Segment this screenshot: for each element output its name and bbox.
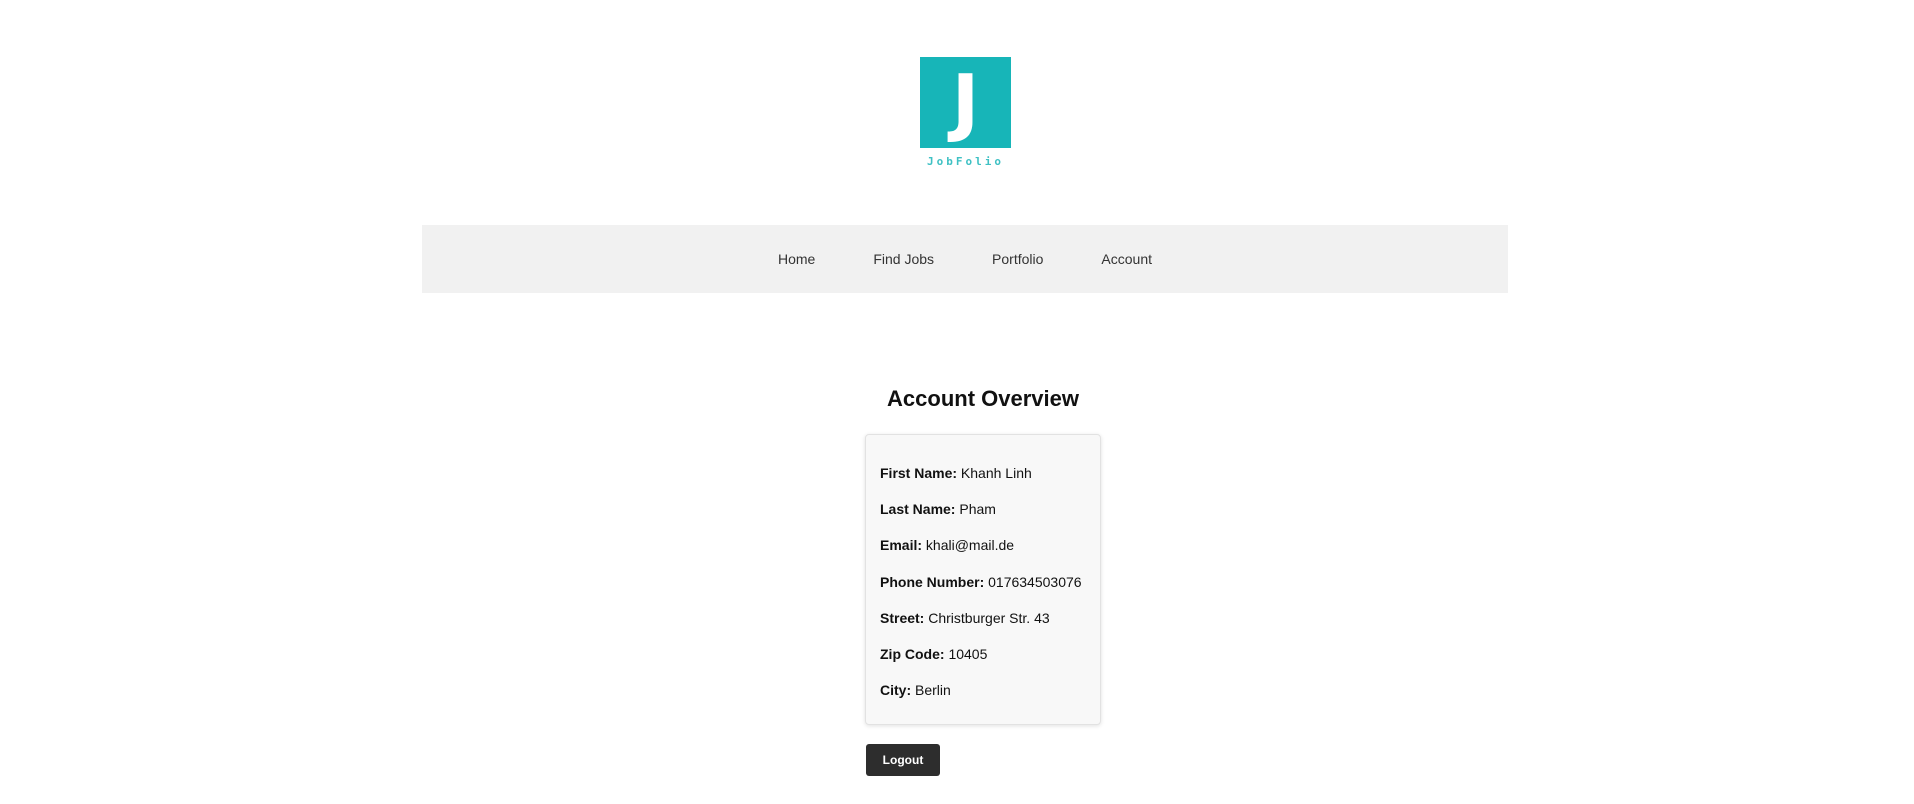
page-title: Account Overview xyxy=(887,386,1079,411)
logo-icon: J xyxy=(920,57,1011,148)
field-label: Last Name: xyxy=(880,501,956,518)
nav-item-find-jobs[interactable]: Find Jobs xyxy=(844,251,963,267)
field-value: khali@mail.de xyxy=(925,537,1015,554)
field-value: Christburger Str. 43 xyxy=(928,609,1050,626)
account-details-card: First Name: Khanh Linh Last Name: Pham E… xyxy=(865,434,1101,725)
nav-item-portfolio[interactable]: Portfolio xyxy=(963,251,1072,267)
field-first-name: First Name: Khanh Linh xyxy=(880,465,1100,501)
field-value: Khanh Linh xyxy=(960,465,1032,481)
field-last-name: Last Name: Pham xyxy=(880,501,1100,537)
field-zip-code: Zip Code: 10405 xyxy=(880,646,1100,682)
page: J JobFolio Home Find Jobs Portfolio Acco… xyxy=(0,0,1914,804)
field-label: Street: xyxy=(880,609,925,626)
field-label: City: xyxy=(880,682,912,699)
field-label: Zip Code: xyxy=(880,645,945,662)
logo-letter: J xyxy=(951,59,980,145)
field-city: City: Berlin xyxy=(880,682,1100,718)
logo[interactable]: J JobFolio xyxy=(920,57,1011,168)
field-value: Pham xyxy=(959,501,996,518)
field-email: Email: khali@mail.de xyxy=(880,537,1100,573)
field-value: 10405 xyxy=(948,645,988,662)
field-street: Street: Christburger Str. 43 xyxy=(880,610,1100,646)
logo-text: JobFolio xyxy=(927,155,1004,168)
main-nav: Home Find Jobs Portfolio Account xyxy=(422,225,1508,293)
field-label: First Name: xyxy=(880,465,958,481)
logout-button[interactable]: Logout xyxy=(866,744,940,776)
field-phone-number: Phone Number: 017634503076 xyxy=(880,574,1100,610)
nav-item-home[interactable]: Home xyxy=(749,251,844,267)
field-label: Phone Number: xyxy=(880,573,985,590)
nav-item-account[interactable]: Account xyxy=(1072,251,1181,267)
field-label: Email: xyxy=(880,537,923,554)
field-value: Berlin xyxy=(915,682,951,699)
field-value: 017634503076 xyxy=(988,573,1082,590)
